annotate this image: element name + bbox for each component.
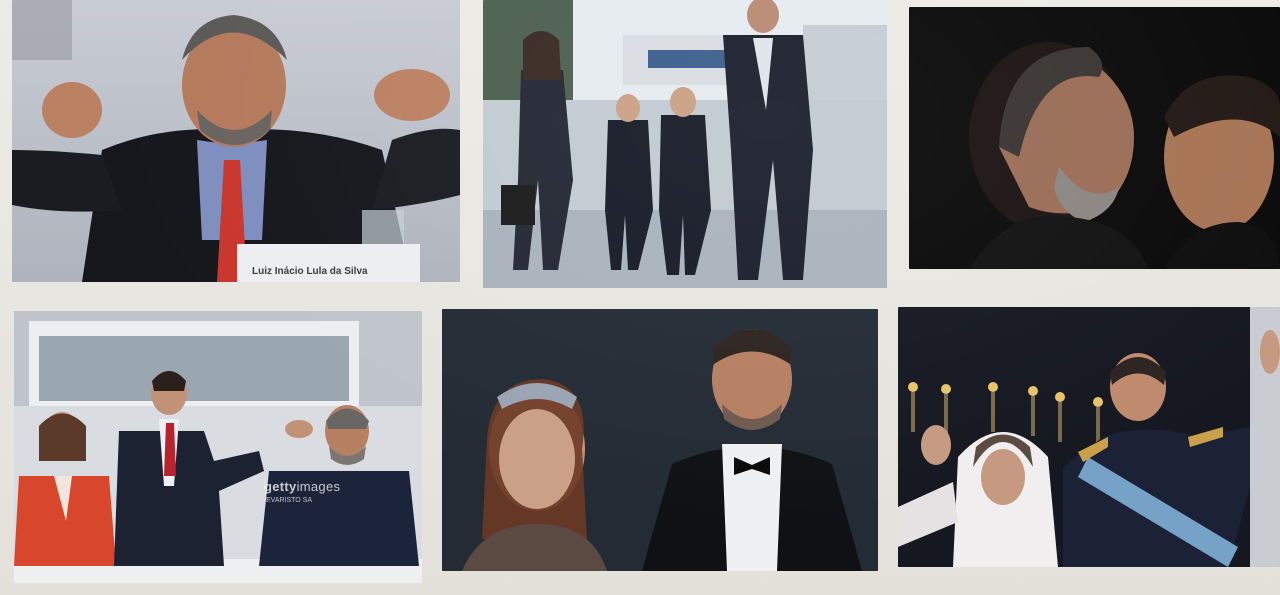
photo-balcony-group: [14, 311, 422, 583]
watermark-credit: EVARISTO SA: [266, 497, 313, 504]
image-tile-2[interactable]: [483, 0, 887, 288]
photo-two-men-closeup: [909, 7, 1280, 269]
photo-speaker-gesturing: [12, 0, 460, 282]
photo-formal-couple: [442, 309, 878, 571]
image-tile-6[interactable]: [898, 307, 1280, 567]
photo-family-walking: [483, 0, 887, 288]
watermark-brand: gettyimages: [264, 479, 341, 494]
image-tile-5[interactable]: [442, 309, 878, 571]
nameplate-caption: Luiz Inácio Lula da Silva: [252, 266, 368, 277]
image-tile-4[interactable]: gettyimages EVARISTO SA: [14, 311, 422, 583]
image-tile-3[interactable]: [909, 7, 1280, 269]
photo-wedding-balcony: [898, 307, 1280, 567]
image-tile-1[interactable]: Luiz Inácio Lula da Silva: [12, 0, 460, 282]
monitor-screen: Luiz Inácio Lula da Silva gettyimages EV…: [0, 0, 1280, 595]
